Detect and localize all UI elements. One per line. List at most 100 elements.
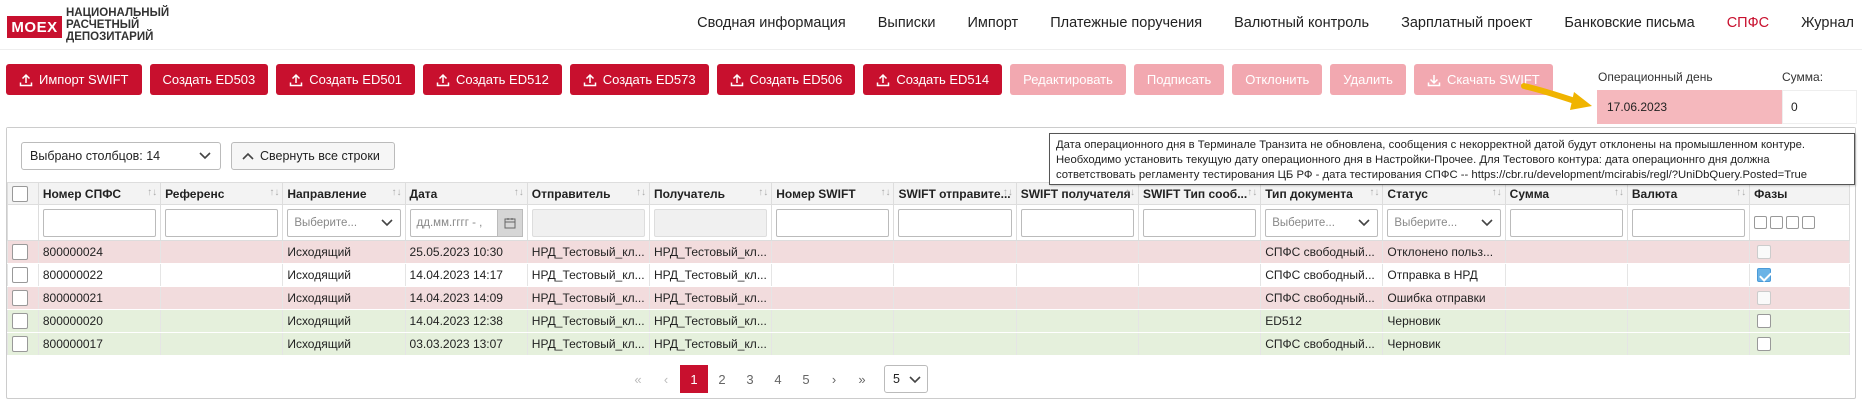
page-number-button[interactable]: 1 [680, 365, 708, 393]
filter-input[interactable] [42, 208, 157, 237]
filter-input[interactable] [1631, 208, 1746, 237]
filter-input[interactable] [898, 208, 1012, 237]
column-header[interactable]: Референс ↑↓ [160, 182, 284, 205]
sort-icon[interactable]: ↑↓ [1247, 187, 1257, 198]
phase-filter-checkbox[interactable] [1786, 216, 1800, 229]
collapse-all-button[interactable]: Свернуть все строки [231, 142, 395, 170]
page-size-select[interactable]: 5 [884, 365, 928, 393]
column-header[interactable]: Направление ↑↓ [282, 182, 406, 205]
column-header[interactable]: SWIFT Тип сооб... ↑↓ [1137, 182, 1262, 205]
page-number-button[interactable]: 5 [792, 365, 820, 393]
column-header[interactable]: Номер SWIFT ↑↓ [771, 182, 895, 205]
filter-select[interactable]: Выберите... [1265, 208, 1379, 237]
sort-icon[interactable]: ↑↓ [147, 187, 157, 198]
sort-icon[interactable]: ↑↓ [1614, 187, 1624, 198]
column-header[interactable]: Сумма ↑↓ [1504, 182, 1628, 205]
table-cell: Исходящий [282, 286, 406, 310]
date-filter-input[interactable]: дд.мм.гггг - , [409, 208, 523, 237]
last-page-button[interactable]: » [848, 365, 876, 393]
select-all-checkbox[interactable] [12, 185, 28, 202]
column-header[interactable]: SWIFT получателя ↑↓ [1015, 182, 1139, 205]
page-number-button[interactable]: 4 [764, 365, 792, 393]
phase-checkbox[interactable] [1757, 291, 1772, 306]
filter-input[interactable] [776, 208, 890, 237]
first-page-button[interactable]: « [624, 365, 652, 393]
toolbar-button[interactable]: Создать ED512 [423, 64, 562, 95]
column-header[interactable]: SWIFT отправите... ↑↓ [893, 182, 1017, 205]
table-cell: Исходящий [282, 263, 406, 287]
nav-item[interactable]: СПФС [1711, 15, 1785, 31]
row-checkbox[interactable] [12, 290, 28, 306]
toolbar-button[interactable]: Создать ED501 [276, 64, 416, 95]
sort-icon[interactable]: ↑↓ [758, 187, 768, 198]
sort-icon[interactable]: ↑↓ [1003, 187, 1013, 198]
table-row[interactable]: 800000020 Исходящий 14.04.2023 12:38 НРД_Те… [7, 309, 1850, 333]
column-header[interactable]: Получатель ↑↓ [649, 182, 773, 205]
phase-checkbox[interactable] [1757, 337, 1772, 352]
table-cell [1504, 240, 1628, 264]
table-cell [1137, 240, 1262, 264]
phase-filter-checkbox[interactable] [1754, 216, 1768, 229]
phase-checkbox[interactable] [1757, 268, 1772, 283]
row-checkbox[interactable] [12, 336, 28, 352]
table-row[interactable]: 800000022 Исходящий 14.04.2023 14:17 НРД_Те… [7, 263, 1850, 287]
toolbar-button[interactable]: Создать ED503 [149, 64, 269, 95]
toolbar-button[interactable]: Подписать [1133, 64, 1225, 95]
column-header[interactable]: Валюта ↑↓ [1626, 182, 1751, 205]
filter-input[interactable] [1509, 208, 1623, 237]
nav-item[interactable]: Журнал [1785, 15, 1854, 31]
column-header[interactable]: Фазы [1749, 182, 1850, 205]
table-row[interactable]: 800000017 Исходящий 03.03.2023 13:07 НРД_Те… [7, 332, 1850, 356]
row-checkbox[interactable] [12, 313, 28, 329]
row-checkbox[interactable] [12, 267, 28, 283]
column-header[interactable]: Дата ↑↓ [404, 182, 528, 205]
page-number-button[interactable]: 2 [708, 365, 736, 393]
filter-select[interactable]: Выберите... [1387, 208, 1501, 237]
toolbar-button[interactable]: Редактировать [1010, 64, 1126, 95]
sort-icon[interactable]: ↑↓ [636, 187, 646, 198]
row-checkbox[interactable] [12, 244, 28, 260]
table-row[interactable]: 800000024 Исходящий 25.05.2023 10:30 НРД_Те… [7, 240, 1850, 264]
column-header[interactable]: Отправитель ↑↓ [526, 182, 651, 205]
sort-icon[interactable]: ↑↓ [1492, 187, 1502, 198]
sort-icon[interactable]: ↑↓ [269, 187, 279, 198]
opday-value[interactable]: 17.06.2023 [1597, 90, 1782, 124]
next-page-button[interactable]: › [820, 365, 848, 393]
toolbar-button[interactable]: Создать ED573 [569, 64, 709, 95]
nav-item[interactable]: Импорт [951, 15, 1034, 31]
sort-icon[interactable]: ↑↓ [1369, 187, 1379, 198]
calendar-icon[interactable] [496, 208, 523, 237]
filter-select[interactable]: Выберите... [287, 208, 401, 237]
sort-icon[interactable]: ↑↓ [1736, 187, 1746, 198]
logo[interactable]: MOEX НАЦИОНАЛЬНЫЙ РАСЧЕТНЫЙ ДЕПОЗИТАРИЙ [7, 6, 169, 44]
phase-filter-checkbox[interactable] [1770, 216, 1784, 229]
sort-icon[interactable]: ↑↓ [880, 187, 890, 198]
sort-icon[interactable]: ↑↓ [1125, 187, 1135, 198]
sort-icon[interactable]: ↑↓ [392, 187, 402, 198]
filter-input[interactable] [1142, 208, 1257, 237]
column-header[interactable]: Тип документа ↑↓ [1260, 182, 1384, 205]
filter-input[interactable] [1020, 208, 1134, 237]
phase-checkbox[interactable] [1757, 314, 1772, 329]
nav-item[interactable]: Зарплатный проект [1385, 15, 1548, 31]
nav-item[interactable]: Банковские письма [1548, 15, 1710, 31]
sort-icon[interactable]: ↑↓ [514, 187, 524, 198]
nav-item[interactable]: Платежные поручения [1034, 15, 1218, 31]
filter-input[interactable] [165, 208, 279, 237]
phase-checkbox[interactable] [1757, 245, 1772, 260]
column-header[interactable]: Номер СПФС ↑↓ [37, 182, 162, 205]
toolbar-button[interactable]: Создать ED514 [863, 64, 1003, 95]
toolbar-button[interactable]: Удалить [1330, 64, 1406, 95]
column-header[interactable]: Статус ↑↓ [1382, 182, 1506, 205]
nav-item[interactable]: Выписки [862, 15, 952, 31]
columns-select[interactable]: Выбрано столбцов: 14 [21, 142, 221, 170]
toolbar-button[interactable]: Импорт SWIFT [6, 64, 142, 95]
toolbar-button[interactable]: Создать ED506 [716, 64, 856, 95]
page-number-button[interactable]: 3 [736, 365, 764, 393]
nav-item[interactable]: Сводная информация [681, 15, 862, 31]
nav-item[interactable]: Валютный контроль [1218, 15, 1385, 31]
prev-page-button[interactable]: ‹ [652, 365, 680, 393]
phase-filter-checkbox[interactable] [1802, 216, 1816, 229]
table-row[interactable]: 800000021 Исходящий 14.04.2023 14:09 НРД_Те… [7, 286, 1850, 310]
toolbar-button[interactable]: Отклонить [1232, 64, 1323, 95]
